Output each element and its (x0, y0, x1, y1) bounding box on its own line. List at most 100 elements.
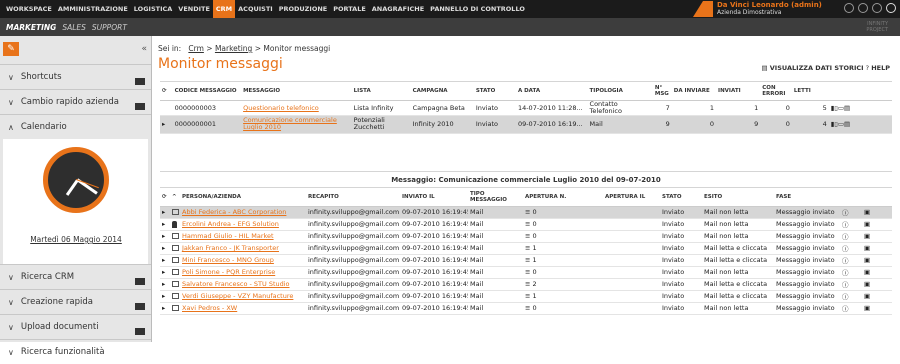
info-icon[interactable]: ⓘ (840, 302, 862, 315)
col-esito[interactable]: ESITO (702, 188, 774, 207)
calendar-date[interactable]: Martedì 06 Maggio 2014 (3, 235, 149, 244)
message-link[interactable]: Questionario telefonico (243, 104, 319, 112)
col-apertura-n[interactable]: APERTURA N. (523, 188, 603, 207)
preview-icon[interactable]: ▣ (862, 218, 892, 231)
preview-icon[interactable]: ▣ (862, 290, 892, 303)
contact-link[interactable]: Verdi Giuseppe - VZY Manufacture (182, 292, 293, 300)
col-letti[interactable]: LETTI (791, 82, 829, 101)
preview-icon[interactable]: ▣ (862, 302, 892, 315)
sidebar-shortcuts[interactable]: ∨ Shortcuts (0, 64, 151, 89)
col-persona[interactable]: PERSONA/AZIENDA (180, 188, 306, 207)
table-row[interactable]: ▸ Abbi Federica - ABC Corporation infinity… (160, 206, 892, 219)
contact-link[interactable]: Hammad Giulio - HIL Market (182, 232, 274, 240)
row-expand-icon[interactable]: ▸ (160, 218, 170, 231)
contact-link[interactable]: Mini Francesco - MNO Group (182, 256, 274, 264)
row-expand-icon[interactable]: ▸ (160, 230, 170, 243)
info-icon[interactable]: ⓘ (840, 266, 862, 279)
preview-icon[interactable]: ▣ (862, 206, 892, 219)
help-link[interactable]: HELP (871, 64, 890, 72)
collapse-sidebar-icon[interactable]: « (141, 44, 147, 54)
col-stato[interactable]: STATO (660, 188, 702, 207)
row-expand-icon[interactable]: ▸ (160, 278, 170, 291)
row-actions[interactable]: ▮▯▭▤ (828, 115, 892, 134)
globe-icon[interactable] (858, 3, 868, 13)
row-expand-icon[interactable]: ▸ (160, 242, 170, 255)
sidebar-ricerca-funzionalita[interactable]: ∨ Ricerca funzionalità (0, 339, 151, 364)
row-expand-icon[interactable]: ▸ (160, 302, 170, 315)
top-menu-item[interactable]: VENDITE (175, 0, 213, 18)
col-stato[interactable]: STATO (473, 82, 516, 101)
col-campagna[interactable]: CAMPAGNA (410, 82, 474, 101)
sidebar-ricerca-crm[interactable]: ∨ Ricerca CRM (0, 264, 151, 289)
table-row[interactable]: ▸ Verdi Giuseppe - VZY Manufacture infinit… (160, 290, 892, 303)
top-menu-item[interactable]: AMMINISTRAZIONE (55, 0, 131, 18)
table-row[interactable]: ▸ Mini Francesco - MNO Group infinity.svil… (160, 254, 892, 267)
info-icon[interactable]: ⓘ (840, 290, 862, 303)
minimize-icon[interactable] (135, 78, 145, 85)
contact-link[interactable]: Abbi Federica - ABC Corporation (182, 208, 286, 216)
user-name[interactable]: Da Vinci Leonardo (admin) (717, 1, 822, 9)
top-menu-item[interactable]: ACQUISTI (235, 0, 276, 18)
table-row[interactable]: ▸ Ercolini Andrea - EFG Solution infinity.… (160, 218, 892, 231)
col-fase[interactable]: FASE (774, 188, 840, 207)
sort-icon[interactable]: ^ (170, 188, 180, 207)
table-row[interactable]: ▸ 0000000001 Comunicazione commerciale L… (160, 115, 892, 134)
col-messaggio[interactable]: MESSAGGIO (241, 82, 352, 101)
top-menu-item[interactable]: PANNELLO DI CONTROLLO (427, 0, 528, 18)
contact-link[interactable]: Poli Simone - PQR Enterprise (182, 268, 275, 276)
preview-icon[interactable]: ▣ (862, 242, 892, 255)
col-lista[interactable]: LISTA (351, 82, 411, 101)
col-inviato[interactable]: INVIATO IL (400, 188, 468, 207)
row-expand-icon[interactable]: ▸ (160, 115, 173, 134)
contact-link[interactable]: Ercolini Andrea - EFG Solution (182, 220, 279, 228)
col-codice[interactable]: CODICE MESSAGGIO (172, 82, 242, 101)
top-menu-item[interactable]: WORKSPACE (3, 0, 55, 18)
minimize-icon[interactable] (135, 103, 145, 110)
contact-link[interactable]: Xavi Pedros - XW (182, 304, 237, 312)
message-link[interactable]: Comunicazione commerciale Luglio 2010 (243, 116, 337, 131)
top-menu-item[interactable]: LOGISTICA (131, 0, 176, 18)
table-row[interactable]: ▸ Salvatore Francesco - STU Studio infinit… (160, 278, 892, 291)
sidebar-cambio-azienda[interactable]: ∨ Cambio rapido azienda (0, 89, 151, 114)
submenu-support[interactable]: SUPPORT (92, 23, 127, 32)
user-info[interactable]: Da Vinci Leonardo (admin) Azienda Dimost… (693, 0, 822, 18)
minimize-icon[interactable] (135, 278, 145, 285)
breadcrumb-crm[interactable]: Crm (188, 44, 204, 53)
submenu-sales[interactable]: SALES (62, 23, 86, 32)
table-row[interactable]: ▸ Poli Simone - PQR Enterprise infinity.sv… (160, 266, 892, 279)
search-icon[interactable] (844, 3, 854, 13)
refresh-icon[interactable]: ⟳ (160, 188, 170, 207)
col-inviati[interactable]: INVIATI (716, 82, 761, 101)
help-icon[interactable]: ? (866, 64, 869, 72)
top-menu-item[interactable]: ANAGRAFICHE (369, 0, 427, 18)
preview-icon[interactable]: ▣ (862, 278, 892, 291)
table-row[interactable]: ▸ Hammad Giulio - HIL Market infinity.svil… (160, 230, 892, 243)
row-expand-icon[interactable]: ▸ (160, 254, 170, 267)
power-icon[interactable] (886, 3, 896, 13)
contact-link[interactable]: Salvatore Francesco - STU Studio (182, 280, 290, 288)
row-expand-icon[interactable]: ▸ (160, 290, 170, 303)
pencil-icon[interactable]: ✎ (3, 42, 19, 56)
preview-icon[interactable]: ▣ (862, 266, 892, 279)
minimize-icon[interactable] (135, 328, 145, 335)
row-expand-icon[interactable]: ▸ (160, 266, 170, 279)
info-icon[interactable]: ⓘ (840, 278, 862, 291)
cell-msg[interactable]: Questionario telefonico (241, 100, 352, 116)
info-icon[interactable]: ⓘ (840, 242, 862, 255)
sidebar-creazione-rapida[interactable]: ∨ Creazione rapida (0, 289, 151, 314)
table-row[interactable]: ▸ Xavi Pedros - XW infinity.sviluppo@gmail… (160, 302, 892, 315)
col-data[interactable]: A DATA (515, 82, 588, 101)
col-tipologia[interactable]: TIPOLOGIA (587, 82, 653, 101)
col-errori[interactable]: CON ERRORI (760, 82, 792, 101)
preview-icon[interactable]: ▣ (862, 230, 892, 243)
info-icon[interactable]: ⓘ (840, 218, 862, 231)
cell-msg[interactable]: Comunicazione commerciale Luglio 2010 (241, 115, 352, 134)
row-expand-icon[interactable]: ▸ (160, 206, 170, 219)
col-recapito[interactable]: RECAPITO (306, 188, 400, 207)
minimize-icon[interactable] (135, 303, 145, 310)
info-icon[interactable]: ⓘ (840, 206, 862, 219)
preview-icon[interactable]: ▣ (862, 254, 892, 267)
sidebar-calendario[interactable]: ∧ Calendario (0, 114, 151, 139)
table-row[interactable]: 0000000003 Questionario telefonico Lista… (160, 100, 892, 116)
col-nmsg[interactable]: N° MSG (652, 82, 672, 101)
